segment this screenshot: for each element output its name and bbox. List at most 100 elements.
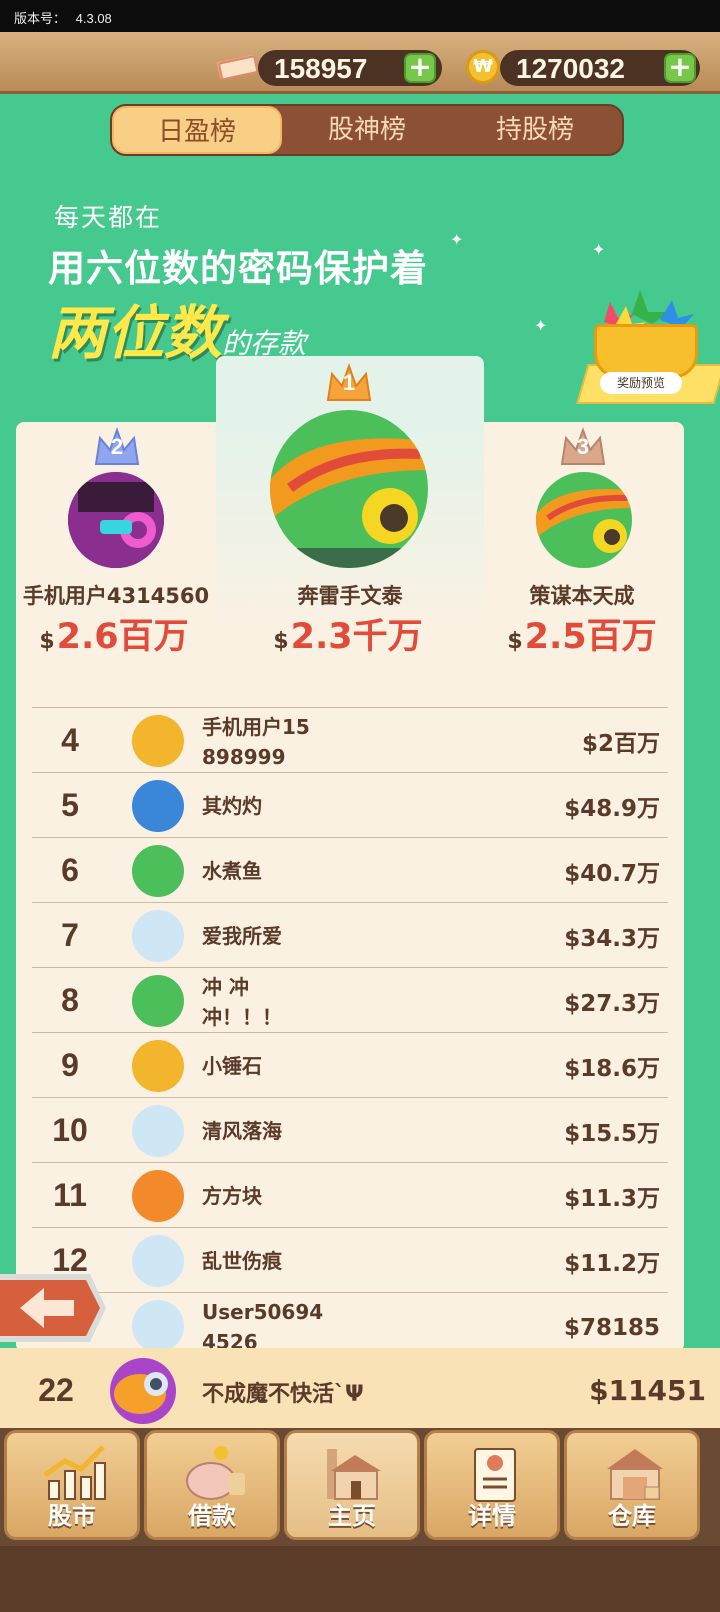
avatar-rank-1[interactable] <box>270 410 428 568</box>
avatar-white-cap-icon <box>132 1235 184 1287</box>
podium-name-3: 策谋本天成 <box>529 584 635 608</box>
my-rank-bar[interactable]: 22 不成魔不快活`Ψ $11451 <box>0 1348 720 1432</box>
nav-label: 主页 <box>328 1502 376 1530</box>
nav-details[interactable]: 详情 <box>424 1430 560 1540</box>
rank-number: 5 <box>61 787 79 823</box>
profit-value: $2百万 <box>581 731 660 757</box>
reward-preview-label: 奖励预览 <box>600 372 682 394</box>
rank-number: 8 <box>61 982 79 1018</box>
rank-3-badge: 3 <box>576 434 590 459</box>
avatar-rank-3[interactable] <box>536 472 632 568</box>
rank-number: 11 <box>53 1177 87 1213</box>
podium-amount-1: $2.3千万 <box>273 617 423 657</box>
list-item[interactable]: 9 小锤石 $18.6万 <box>32 1032 668 1096</box>
player-name: 小锤石 <box>202 1054 262 1078</box>
reward-preview-button[interactable]: 奖励预览 <box>576 284 720 414</box>
version-label: 版本号： <box>14 11 67 26</box>
banner-line-2: 用六位数的密码保护着 <box>48 247 428 290</box>
banner-line-1: 每天都在 <box>54 203 163 232</box>
player-name: 手机用户15 898999 <box>202 715 310 769</box>
avatar-white-cap-icon <box>132 910 184 962</box>
nav-label: 借款 <box>188 1502 236 1530</box>
player-name: 方方块 <box>202 1184 262 1208</box>
player-name: User50694 4526 <box>202 1300 324 1348</box>
list-item[interactable]: 5 其灼灼 $48.9万 <box>32 772 668 836</box>
nav-stock-market[interactable]: 股市 <box>4 1430 140 1540</box>
list-item[interactable]: 12 乱世伤痕 $11.2万 <box>32 1227 668 1291</box>
my-name: 不成魔不快活`Ψ <box>202 1382 364 1407</box>
list-item[interactable]: 6 水煮鱼 $40.7万 <box>32 837 668 901</box>
avatar-rank-2[interactable] <box>68 472 164 568</box>
player-name: 冲 冲冲！！！ <box>202 975 282 1029</box>
avatar-orange-fish-icon <box>132 1170 184 1222</box>
rank-2-badge: 2 <box>110 434 124 459</box>
rank-number: 4 <box>61 722 79 758</box>
player-name: 爱我所爱 <box>202 924 282 948</box>
profit-value: $27.3万 <box>564 991 660 1017</box>
nav-home[interactable]: 主页 <box>284 1430 420 1540</box>
avatar-green-tank-icon <box>132 975 184 1027</box>
orange-fish-avatar-icon <box>110 1358 176 1424</box>
nav-warehouse[interactable]: 仓库 <box>564 1430 700 1540</box>
robot-purple-avatar-icon <box>68 472 164 568</box>
nav-footer <box>0 1546 720 1612</box>
list-item[interactable]: 8 冲 冲冲！！！ $27.3万 <box>32 967 668 1031</box>
coin-counter: 1270032 + <box>500 50 700 86</box>
avatar-white-cap-icon <box>132 1300 184 1348</box>
nav-loan[interactable]: 借款 <box>144 1430 280 1540</box>
bottom-nav: 股市 借款 主页 详情 仓库 <box>0 1428 720 1612</box>
tab-stock-god[interactable]: 股神榜 <box>282 106 452 154</box>
profit-value: $34.3万 <box>564 926 660 952</box>
my-avatar[interactable] <box>110 1358 176 1424</box>
profit-value: $15.5万 <box>564 1121 660 1147</box>
cash-value: 158957 <box>274 53 368 84</box>
player-name: 其灼灼 <box>202 794 262 818</box>
profit-value: $18.6万 <box>564 1056 660 1082</box>
treasure-box-icon <box>594 324 698 378</box>
cash-icon <box>216 54 259 80</box>
list-item[interactable]: 10 清风落海 $15.5万 <box>32 1097 668 1161</box>
avatar-blue-robot-icon <box>132 780 184 832</box>
currency-bar: 158957 + ₩ 1270032 + <box>0 32 720 94</box>
rank-1-badge: 1 <box>342 370 356 395</box>
nav-label: 仓库 <box>608 1502 656 1530</box>
sparkle-icon: ✦ <box>534 316 548 335</box>
ranking-tabs: 日盈榜 股神榜 持股榜 <box>110 104 624 156</box>
rank-number: 7 <box>61 917 79 953</box>
profit-value: $78185 <box>563 1315 660 1341</box>
podium-name-1: 奔雷手文泰 <box>297 584 403 608</box>
player-name: 乱世伤痕 <box>202 1249 282 1273</box>
avatar-green-tank-icon <box>132 845 184 897</box>
tab-holdings[interactable]: 持股榜 <box>450 106 620 154</box>
cash-counter: 158957 + <box>258 50 442 86</box>
podium-amount-2: $2.6百万 <box>39 617 189 657</box>
coin-value: 1270032 <box>516 53 626 84</box>
my-rank-number: 22 <box>38 1372 74 1408</box>
my-profit-value: $11451 <box>589 1374 706 1407</box>
list-item[interactable]: 4 手机用户15 898999 $2百万 <box>32 707 668 771</box>
list-item[interactable]: 11 方方块 $11.3万 <box>32 1162 668 1226</box>
tab-daily-profit[interactable]: 日盈榜 <box>112 106 282 154</box>
avatar-yellow-robot-icon <box>132 715 184 767</box>
rank-number: 9 <box>61 1047 79 1083</box>
back-button[interactable] <box>0 1272 108 1344</box>
rank-number: 6 <box>61 852 79 888</box>
list-item[interactable]: User50694 4526 $78185 <box>32 1292 668 1348</box>
add-cash-button[interactable]: + <box>404 53 436 83</box>
avatar-white-cap-icon <box>132 1105 184 1157</box>
list-item[interactable]: 7 爱我所爱 $34.3万 <box>32 902 668 966</box>
rank-number: 10 <box>52 1112 88 1148</box>
player-name: 水煮鱼 <box>202 859 262 883</box>
podium-name-2: 手机用户4314560 <box>22 584 210 608</box>
nav-label: 股市 <box>48 1502 96 1530</box>
profit-value: $11.2万 <box>564 1251 660 1277</box>
profit-value: $48.9万 <box>564 796 660 822</box>
profit-value: $11.3万 <box>564 1186 660 1212</box>
sparkle-icon: ✦ <box>592 240 606 259</box>
avatar-yellow-robot-icon <box>132 1040 184 1092</box>
player-name: 清风落海 <box>202 1119 282 1143</box>
version-bar: 版本号： 4.3.08 <box>0 0 720 32</box>
add-coins-button[interactable]: + <box>664 53 696 83</box>
sparkle-icon: ✦ <box>450 230 464 249</box>
nav-label: 详情 <box>468 1502 516 1530</box>
